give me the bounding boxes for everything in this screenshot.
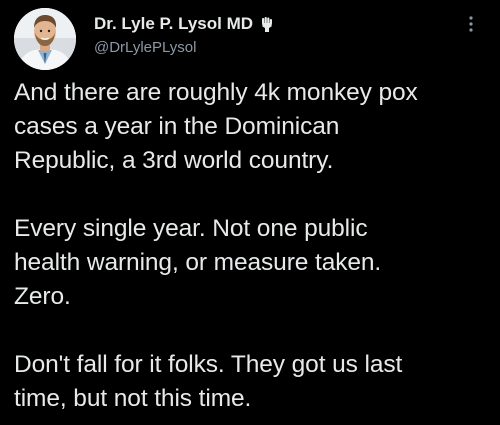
hand-raised-fist-icon [259, 16, 275, 32]
tweet-line: Republic, a 3rd world country. [14, 147, 334, 174]
tweet-line: health warning, or measure taken. [14, 249, 382, 276]
tweet-header: Dr. Lyle P. Lysol MD @DrLylePLysol [14, 8, 486, 70]
doctor-portrait-avatar-icon [14, 8, 76, 70]
author-names: Dr. Lyle P. Lysol MD @DrLylePLysol [94, 13, 394, 56]
tweet-line: time, but not this time. [14, 385, 252, 412]
tweet-line: Don't fall for it folks. They got us las… [14, 351, 403, 378]
tweet-line: cases a year in the Dominican [14, 113, 340, 140]
tweet-paragraph-2: Every single year. Not one public health… [14, 212, 490, 314]
tweet-line: Zero. [14, 283, 71, 310]
tweet-paragraph-1: And there are roughly 4k monkey pox case… [14, 76, 490, 178]
display-name-row: Dr. Lyle P. Lysol MD [94, 13, 394, 35]
vertical-ellipsis-icon[interactable] [464, 14, 478, 34]
tweet-paragraph-3: Don't fall for it folks. They got us las… [14, 348, 490, 416]
display-name[interactable]: Dr. Lyle P. Lysol MD [94, 14, 253, 34]
tweet-text: And there are roughly 4k monkey pox case… [14, 76, 490, 416]
tweet-card: Dr. Lyle P. Lysol MD @DrLylePLysol And t… [0, 0, 500, 425]
avatar[interactable] [14, 8, 76, 70]
tweet-line: And there are roughly 4k monkey pox [14, 79, 418, 106]
tweet-line: Every single year. Not one public [14, 215, 368, 242]
author-handle[interactable]: @DrLylePLysol [94, 39, 394, 56]
